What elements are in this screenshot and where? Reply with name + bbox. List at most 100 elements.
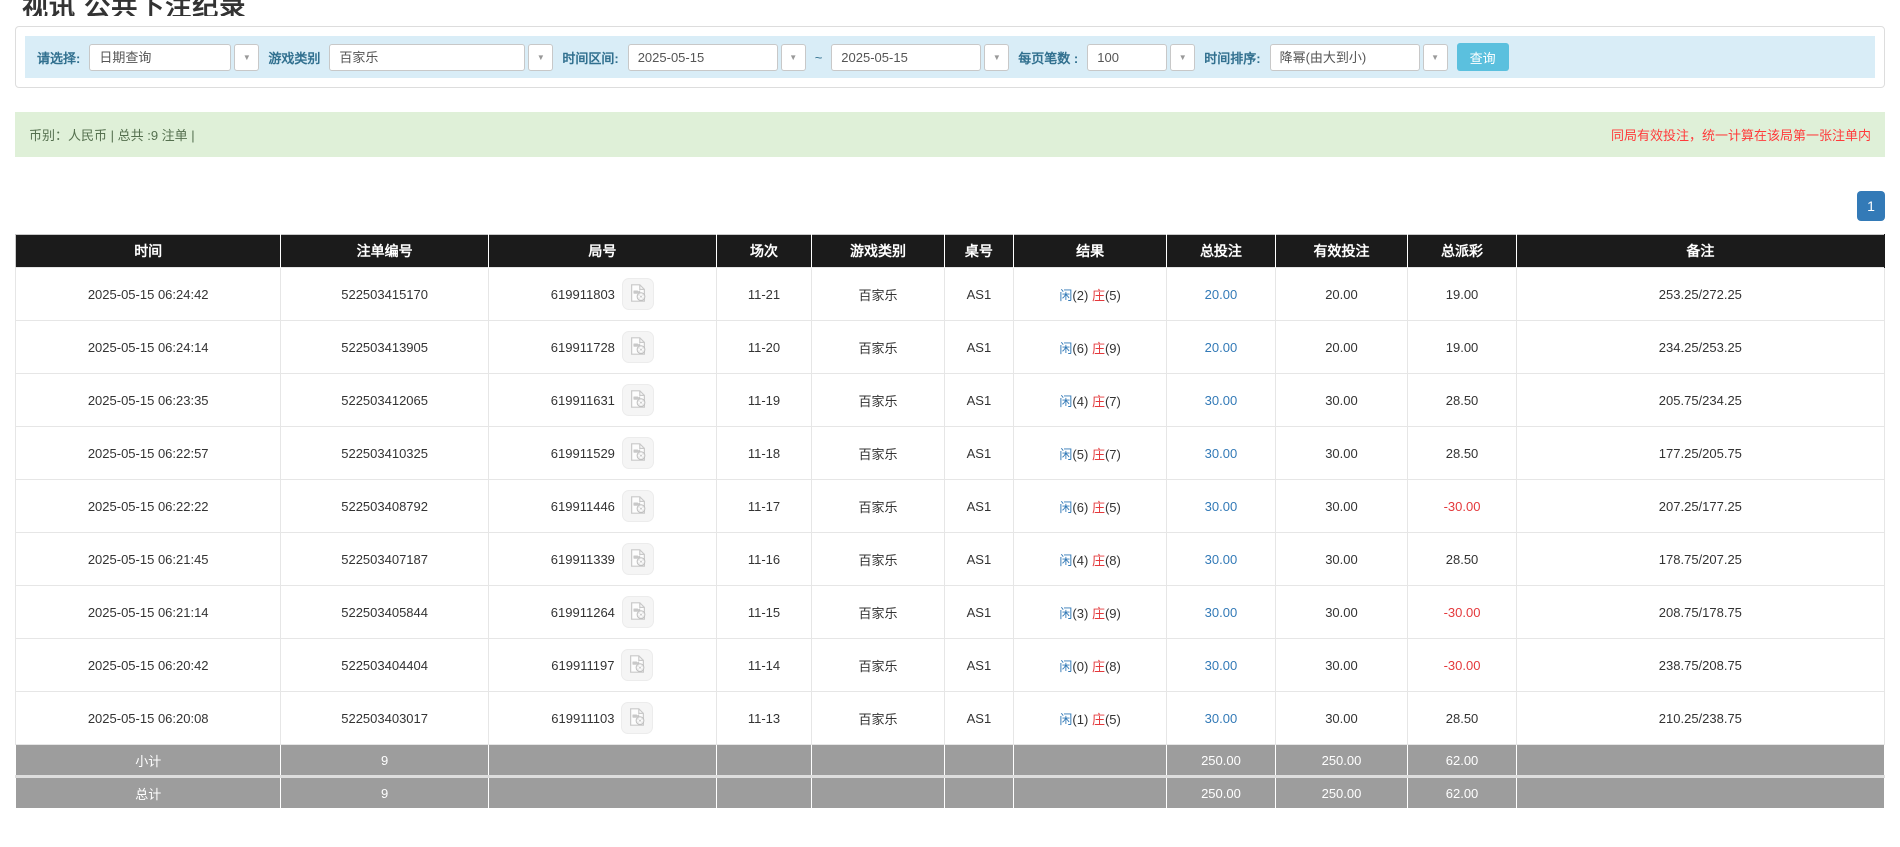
- total-bet[interactable]: 30.00: [1167, 480, 1275, 533]
- query-type-value[interactable]: 日期查询: [89, 44, 231, 71]
- total-bet[interactable]: 20.00: [1167, 321, 1275, 374]
- footer-empty-cell: [1014, 745, 1167, 777]
- bet-id: 522503413905: [281, 321, 488, 374]
- col-header-4: 游戏类别: [812, 235, 945, 268]
- table-row: 2025-05-15 06:22:57522503410325619911529…: [16, 427, 1885, 480]
- date-from-select[interactable]: 2025-05-15 ▼: [628, 44, 806, 71]
- footer-empty-cell: [716, 777, 811, 809]
- footer-empty-cell: [488, 777, 716, 809]
- banker-result-value: (7): [1105, 394, 1121, 409]
- total-payout: -30.00: [1408, 639, 1516, 692]
- video-replay-button[interactable]: [622, 437, 654, 469]
- video-replay-icon: [628, 336, 648, 359]
- total-bet[interactable]: 30.00: [1167, 639, 1275, 692]
- round-cell: 619911103: [488, 692, 716, 745]
- bet-id: 522503412065: [281, 374, 488, 427]
- footer-empty-cell: [1014, 777, 1167, 809]
- banker-result-label: 庄: [1092, 659, 1105, 674]
- game-type: 百家乐: [812, 692, 945, 745]
- banker-result-label: 庄: [1092, 447, 1105, 462]
- footer-valid-bet: 250.00: [1275, 745, 1408, 777]
- bet-id: 522503405844: [281, 586, 488, 639]
- bet-id: 522503408792: [281, 480, 488, 533]
- round-id: 619911803: [551, 287, 615, 302]
- total-bet[interactable]: 30.00: [1167, 586, 1275, 639]
- filter-panel: 请选择: 日期查询 ▼ 游戏类别 百家乐 ▼ 时间区间: 2025-05-15 …: [15, 26, 1885, 88]
- total-bet[interactable]: 20.00: [1167, 268, 1275, 321]
- chevron-down-icon[interactable]: ▼: [528, 44, 553, 71]
- game-type-value[interactable]: 百家乐: [329, 44, 525, 71]
- same-round-note: 同局有效投注，统一计算在该局第一张注单内: [1611, 125, 1871, 144]
- table-row: 2025-05-15 06:23:35522503412065619911631…: [16, 374, 1885, 427]
- footer-count: 9: [281, 777, 488, 809]
- time-sort-value[interactable]: 降幂(由大到小): [1270, 44, 1420, 71]
- video-replay-button[interactable]: [621, 649, 653, 681]
- total-bet[interactable]: 30.00: [1167, 533, 1275, 586]
- chevron-down-icon[interactable]: ▼: [984, 44, 1009, 71]
- table-code: AS1: [944, 480, 1013, 533]
- footer-empty-cell: [716, 745, 811, 777]
- date-to-select[interactable]: 2025-05-15 ▼: [831, 44, 1009, 71]
- table-code: AS1: [944, 321, 1013, 374]
- query-type-label: 请选择:: [37, 48, 80, 67]
- date-from-value[interactable]: 2025-05-15: [628, 44, 778, 71]
- col-header-8: 有效投注: [1275, 235, 1408, 268]
- total-bet[interactable]: 30.00: [1167, 692, 1275, 745]
- round-id: 619911728: [551, 340, 615, 355]
- footer-empty-cell: [812, 777, 945, 809]
- footer-remark: [1516, 745, 1884, 777]
- valid-bet: 30.00: [1275, 374, 1408, 427]
- valid-bet: 20.00: [1275, 268, 1408, 321]
- player-result-label: 闲: [1059, 341, 1072, 356]
- bet-time: 2025-05-15 06:22:22: [16, 480, 281, 533]
- result-cell: 闲(4) 庄(7): [1014, 374, 1167, 427]
- footer-remark: [1516, 777, 1884, 809]
- footer-empty-cell: [812, 745, 945, 777]
- chevron-down-icon[interactable]: ▼: [234, 44, 259, 71]
- banker-result-label: 庄: [1092, 553, 1105, 568]
- game-type: 百家乐: [812, 268, 945, 321]
- time-sort-select[interactable]: 降幂(由大到小) ▼: [1270, 44, 1448, 71]
- chevron-down-icon[interactable]: ▼: [781, 44, 806, 71]
- video-replay-button[interactable]: [622, 490, 654, 522]
- range-tilde: ~: [815, 50, 823, 65]
- page-1-button[interactable]: 1: [1857, 191, 1885, 221]
- total-bet[interactable]: 30.00: [1167, 427, 1275, 480]
- total-payout: 28.50: [1408, 427, 1516, 480]
- page-size-select[interactable]: 100 ▼: [1087, 44, 1195, 71]
- bet-id: 522503410325: [281, 427, 488, 480]
- session: 11-20: [716, 321, 811, 374]
- video-replay-button[interactable]: [622, 331, 654, 363]
- video-replay-button[interactable]: [621, 702, 653, 734]
- game-type-select[interactable]: 百家乐 ▼: [329, 44, 553, 71]
- video-replay-button[interactable]: [622, 543, 654, 575]
- video-replay-button[interactable]: [622, 596, 654, 628]
- query-button[interactable]: 查询: [1457, 43, 1509, 71]
- bet-time: 2025-05-15 06:24:14: [16, 321, 281, 374]
- grand-total-row: 总计9250.00250.0062.00: [16, 777, 1885, 809]
- table-code: AS1: [944, 374, 1013, 427]
- filter-bar: 请选择: 日期查询 ▼ 游戏类别 百家乐 ▼ 时间区间: 2025-05-15 …: [25, 36, 1875, 78]
- bet-time: 2025-05-15 06:20:08: [16, 692, 281, 745]
- page-title-text: 视讯 公共下注纪录: [22, 0, 1900, 16]
- footer-valid-bet: 250.00: [1275, 777, 1408, 809]
- banker-result-value: (9): [1105, 341, 1121, 356]
- video-replay-icon: [628, 601, 648, 624]
- col-header-10: 备注: [1516, 235, 1884, 268]
- result-cell: 闲(2) 庄(5): [1014, 268, 1167, 321]
- time-range-label: 时间区间:: [562, 48, 618, 67]
- date-to-value[interactable]: 2025-05-15: [831, 44, 981, 71]
- chevron-down-icon[interactable]: ▼: [1423, 44, 1448, 71]
- round-cell: 619911264: [488, 586, 716, 639]
- time-sort-label: 时间排序:: [1204, 48, 1260, 67]
- round-id: 619911446: [551, 499, 615, 514]
- banker-result-label: 庄: [1092, 394, 1105, 409]
- chevron-down-icon[interactable]: ▼: [1170, 44, 1195, 71]
- query-type-select[interactable]: 日期查询 ▼: [89, 44, 259, 71]
- currency-total-text: 币别：人民币 | 总共 :9 注单 |: [29, 125, 195, 144]
- video-replay-button[interactable]: [622, 384, 654, 416]
- total-bet[interactable]: 30.00: [1167, 374, 1275, 427]
- page-size-label: 每页笔数 :: [1018, 48, 1078, 67]
- page-size-value[interactable]: 100: [1087, 44, 1167, 71]
- video-replay-button[interactable]: [622, 278, 654, 310]
